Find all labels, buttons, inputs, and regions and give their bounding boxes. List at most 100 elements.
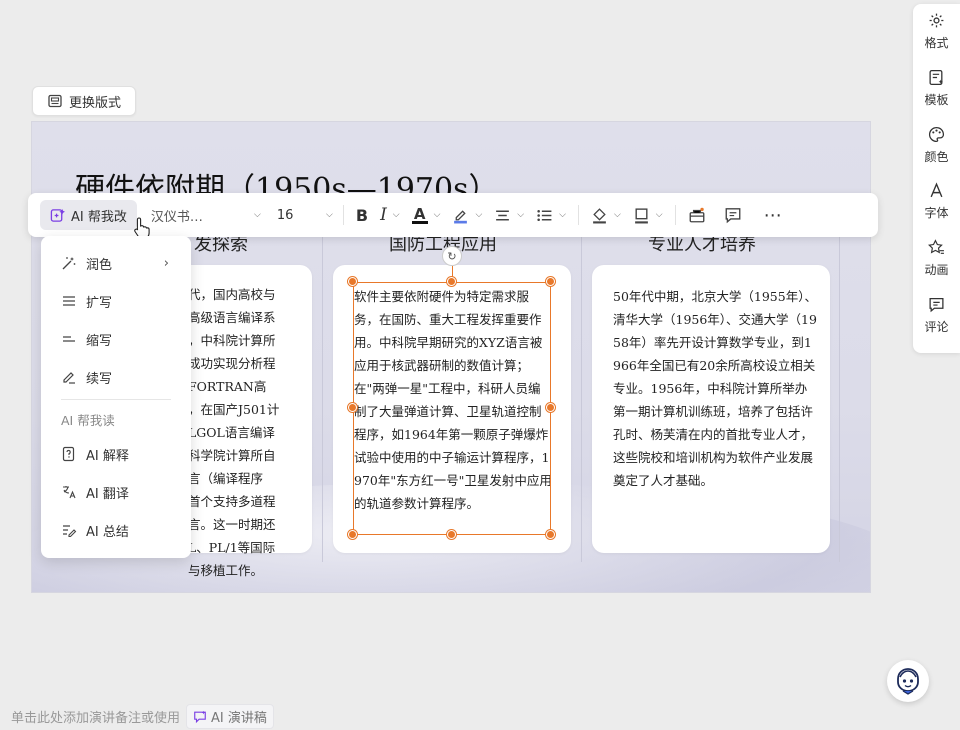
resize-handle-e[interactable] [546, 403, 555, 412]
border-button[interactable]: ⌵ [627, 200, 669, 230]
fill-button[interactable]: ⌵ [585, 200, 627, 230]
speaker-notes-bar[interactable]: 单击此处添加演讲备注或使用 AI 演讲稿 [11, 704, 274, 729]
toolbar-divider [342, 205, 344, 225]
bold-icon: B [355, 205, 369, 225]
resize-handle-se[interactable] [546, 530, 555, 539]
chevron-down-icon: ⌵ [433, 210, 441, 220]
menu-item-continue[interactable]: 续写 [41, 358, 191, 396]
menu-item-label: 扩写 [86, 295, 113, 311]
card-1-line: L、PL/1等国际 [188, 540, 276, 555]
summary-icon [61, 522, 77, 538]
ai-edit-label: AI 帮我改 [71, 209, 127, 225]
card-1-line: 科学院计算所自 [188, 448, 276, 463]
menu-item-label: 润色 [86, 257, 113, 273]
speaker-notes-placeholder[interactable]: 单击此处添加演讲备注或使用 [11, 707, 180, 726]
ai-speech-button[interactable]: AI 演讲稿 [186, 704, 274, 729]
list-icon [537, 209, 552, 221]
expand-icon [61, 293, 77, 309]
menu-item-ai-summary[interactable]: AI 总结 [41, 511, 191, 549]
align-icon [496, 210, 510, 220]
panel-format-button[interactable]: 格式 [924, 12, 949, 69]
menu-section-title: AI 帮我读 [61, 412, 115, 428]
highlight-icon [454, 209, 468, 223]
menu-item-polish[interactable]: 润色 › [41, 244, 191, 282]
panel-comment-label: 评论 [924, 320, 949, 335]
card-1-line: 首个支持多道程 [188, 494, 276, 509]
chevron-down-icon: ⌵ [613, 210, 621, 220]
comment-icon [725, 208, 741, 224]
font-size-value: 16 [276, 207, 294, 223]
continue-icon [61, 369, 77, 385]
card-1-line: ，在国产J501计 [188, 402, 280, 417]
menu-item-label: AI 总结 [86, 524, 129, 540]
resize-handle-sw[interactable] [348, 530, 357, 539]
font-color-button[interactable]: A ⌵ [406, 200, 447, 230]
menu-item-label: 缩写 [86, 333, 113, 349]
gear-icon [929, 13, 944, 28]
change-layout-button[interactable]: 更换版式 [32, 86, 137, 116]
card-1-line: ，中科院计算所 [188, 333, 276, 348]
font-size-select[interactable]: 16 ⌵ [277, 208, 333, 223]
resize-handle-s[interactable] [447, 530, 456, 539]
highlight-button[interactable]: ⌵ [446, 200, 488, 230]
panel-font-button[interactable]: 字体 [924, 182, 949, 239]
panel-color-button[interactable]: 颜色 [924, 126, 949, 183]
shorten-icon [61, 331, 77, 347]
panel-template-button[interactable]: 模板 [924, 69, 949, 126]
ai-edit-menu: 润色 › 扩写 缩写 续写 AI 帮我读 AI 解释 AI 翻译 AI 总结 [41, 236, 191, 558]
panel-animation-button[interactable]: 动画 [924, 239, 949, 296]
explain-icon [61, 446, 77, 462]
bold-button[interactable]: B [350, 200, 374, 230]
more-button[interactable]: ⋯ [758, 200, 789, 230]
resize-handle-ne[interactable] [546, 277, 555, 286]
border-icon [634, 207, 648, 223]
card-1-text[interactable]: 代，国内高校与 高级语言编译系 ，中科院计算所 成功实现分析程 FORTRAN高… [188, 283, 312, 582]
right-side-panel: 格式 模板 颜色 字体 动画 评论 [913, 4, 960, 353]
toolbox-icon [689, 207, 705, 223]
menu-item-shorten[interactable]: 缩写 [41, 320, 191, 358]
card-1-line: 言。这一时期还 [188, 517, 276, 532]
rotate-handle-icon[interactable]: ↻ [442, 246, 462, 266]
template-icon [929, 69, 943, 85]
panel-template-label: 模板 [924, 92, 949, 107]
chevron-right-icon: › [163, 255, 169, 271]
menu-divider [61, 399, 171, 400]
ai-edit-button[interactable]: AI 帮我改 [40, 200, 137, 230]
change-layout-label: 更换版式 [69, 95, 122, 111]
more-icon: ⋯ [763, 204, 783, 226]
toolbox-button[interactable] [682, 200, 712, 230]
panel-font-label: 字体 [924, 206, 949, 221]
panel-comment-button[interactable]: 评论 [924, 296, 949, 353]
wand-icon [61, 255, 77, 271]
resize-handle-w[interactable] [348, 403, 357, 412]
menu-item-expand[interactable]: 扩写 [41, 282, 191, 320]
toolbar-divider [577, 205, 579, 225]
chevron-down-icon: ⌵ [392, 210, 400, 220]
menu-item-label: AI 翻译 [86, 486, 129, 502]
italic-button[interactable]: I ⌵ [374, 200, 406, 230]
chevron-down-icon: ⌵ [326, 210, 333, 220]
chevron-down-icon: ⌵ [655, 210, 663, 220]
card-1-line: 代，国内高校与 [188, 287, 276, 302]
menu-item-label: AI 解释 [86, 448, 129, 464]
card-1-line: 与移植工作。 [188, 563, 264, 578]
comment-button[interactable] [718, 200, 748, 230]
assistant-mascot-button[interactable] [887, 660, 929, 702]
menu-item-ai-translate[interactable]: AI 翻译 [41, 473, 191, 511]
comment-icon [929, 298, 944, 313]
font-family-value: 汉仪书… [150, 209, 203, 225]
mascot-icon [897, 668, 919, 695]
chevron-down-icon: ⌵ [559, 210, 566, 220]
font-family-select[interactable]: 汉仪书… ⌵ [151, 206, 261, 225]
ai-edit-icon [50, 208, 65, 222]
panel-animation-label: 动画 [924, 263, 949, 278]
resize-handle-n[interactable] [447, 277, 456, 286]
list-button[interactable]: ⌵ [530, 200, 572, 230]
menu-item-ai-explain[interactable]: AI 解释 [41, 435, 191, 473]
card-3-text[interactable]: 50年代中期，北京大学（1955年）、清华大学（1956年）、交通大学（1958… [613, 285, 819, 492]
align-button[interactable]: ⌵ [488, 200, 530, 230]
selection-box [353, 282, 551, 535]
card-1-line: FORTRAN高 [188, 379, 267, 394]
resize-handle-nw[interactable] [348, 277, 357, 286]
column-divider [322, 237, 323, 562]
